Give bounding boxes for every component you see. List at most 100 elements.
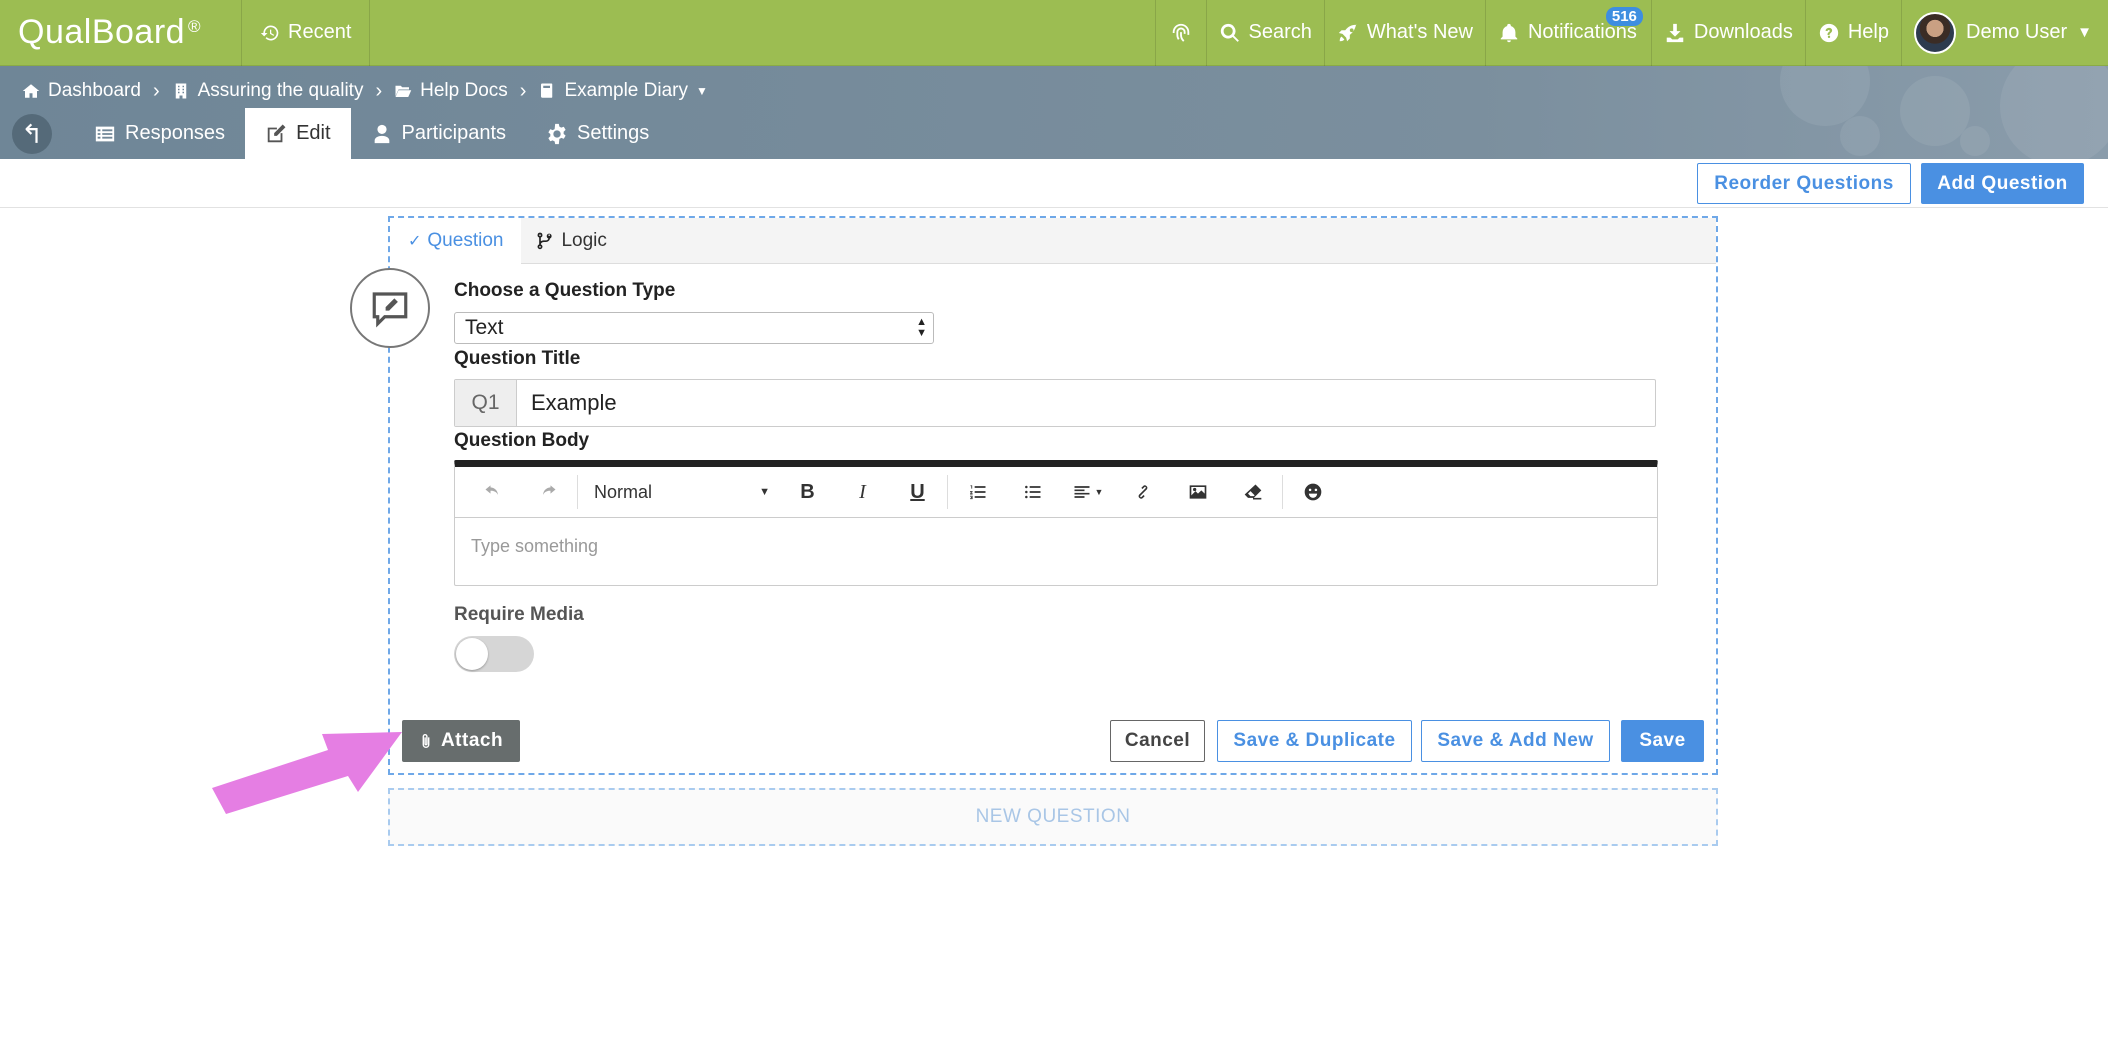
question-type-label: Choose a Question Type	[454, 280, 676, 301]
question-number-prefix: Q1	[455, 380, 517, 426]
caret-down-icon: ▼	[2077, 24, 2092, 41]
breadcrumb-project[interactable]: Example Diary ▼	[538, 80, 708, 102]
require-media-label: Require Media	[454, 604, 584, 625]
question-type-select[interactable]: Text ▲ ▼	[454, 312, 934, 344]
edit-icon	[267, 124, 286, 142]
toolbar-divider	[1282, 475, 1283, 509]
rocket-icon	[1338, 23, 1357, 41]
select-arrows-icon: ▲ ▼	[916, 316, 927, 339]
history-icon	[260, 25, 279, 40]
rich-text-editor: Normal ▼ B I U ▼ Type something	[454, 460, 1658, 586]
tab-edit[interactable]: Edit	[245, 108, 351, 159]
project-tabs: ↰ Responses Edit Participants Settings	[12, 108, 669, 159]
background-bubble	[1840, 116, 1880, 156]
tab-question[interactable]: ✓ Question	[390, 218, 522, 264]
redo-icon	[542, 485, 555, 495]
question-title-value[interactable]: Example	[517, 380, 617, 426]
folder-open-icon	[395, 85, 412, 97]
gear-icon	[548, 123, 566, 144]
breadcrumb-organization[interactable]: Assuring the quality	[172, 80, 363, 102]
caret-down-icon: ▼	[759, 486, 770, 498]
help-button[interactable]: Help	[1804, 0, 1901, 66]
search-button[interactable]: Search	[1205, 0, 1324, 66]
align-dropdown-button[interactable]: ▼	[1060, 467, 1115, 518]
bullet-list-icon	[1024, 485, 1040, 499]
book-icon	[541, 83, 553, 98]
save-add-new-button[interactable]: Save & Add New	[1421, 720, 1610, 762]
search-icon	[1220, 23, 1239, 42]
link-button[interactable]	[1115, 467, 1170, 518]
caret-down-icon: ▼	[1094, 487, 1104, 497]
toggle-knob	[456, 638, 488, 670]
tab-logic[interactable]: Logic	[521, 218, 624, 264]
require-media-toggle[interactable]	[454, 636, 534, 672]
bullet-list-button[interactable]	[1005, 467, 1060, 518]
undo-button[interactable]	[465, 467, 520, 518]
image-button[interactable]	[1170, 467, 1225, 518]
background-bubble	[2000, 66, 2108, 159]
chevron-right-icon: ›	[519, 79, 527, 102]
avatar	[1914, 11, 1956, 54]
notifications-count-badge: 516	[1605, 6, 1643, 26]
paperclip-icon	[422, 734, 430, 748]
annotation-arrow-icon	[212, 732, 402, 814]
question-body-input[interactable]: Type something	[455, 518, 1657, 575]
level-up-icon: ↰	[21, 118, 43, 149]
editor-toolbar: Normal ▼ B I U ▼	[455, 467, 1657, 518]
save-button[interactable]: Save	[1621, 720, 1704, 762]
question-tabs: ✓ Question Logic	[390, 218, 1716, 264]
underline-icon: U	[910, 480, 925, 503]
check-icon: ✓	[408, 232, 422, 250]
bold-icon: B	[800, 480, 815, 503]
tab-responses[interactable]: Responses	[74, 108, 245, 159]
question-title-input[interactable]: Q1 Example	[454, 379, 1656, 427]
recent-button[interactable]: Recent	[242, 0, 371, 66]
link-icon	[1138, 485, 1147, 499]
attach-button[interactable]: Attach	[402, 720, 520, 762]
help-circle-icon	[1819, 23, 1839, 42]
italic-button[interactable]: I	[835, 467, 890, 518]
back-up-button[interactable]: ↰	[12, 114, 52, 154]
redo-button[interactable]	[520, 467, 575, 518]
cancel-button[interactable]: Cancel	[1110, 720, 1205, 762]
breadcrumb: Dashboard › Assuring the quality › Help …	[22, 74, 708, 108]
qualboard-logo[interactable]: QualBoard ®	[0, 0, 242, 66]
list-card-icon	[95, 126, 115, 141]
emoji-button[interactable]	[1285, 467, 1340, 518]
save-duplicate-button[interactable]: Save & Duplicate	[1217, 720, 1412, 762]
fingerprint-button[interactable]	[1154, 0, 1206, 66]
toolbar-divider	[947, 475, 948, 509]
downloads-button[interactable]: Downloads	[1650, 0, 1805, 66]
italic-icon: I	[859, 480, 866, 503]
breadcrumb-dashboard[interactable]: Dashboard	[22, 80, 141, 102]
top-navbar: QualBoard ® Recent Search What's New Noti…	[0, 0, 2108, 66]
reorder-questions-button[interactable]: Reorder Questions	[1697, 163, 1911, 204]
user-menu[interactable]: Demo User ▼	[1901, 0, 2108, 66]
comment-edit-icon	[372, 292, 408, 328]
tab-participants[interactable]: Participants	[351, 108, 527, 159]
background-bubble	[1900, 76, 1970, 146]
tab-settings[interactable]: Settings	[526, 108, 669, 159]
bell-icon	[1500, 23, 1518, 42]
ordered-list-icon	[969, 485, 985, 500]
notifications-button[interactable]: Notifications 516	[1484, 0, 1651, 66]
building-icon	[175, 83, 186, 99]
project-header: Dashboard › Assuring the quality › Help …	[0, 66, 2108, 159]
block-format-select[interactable]: Normal ▼	[580, 467, 780, 518]
download-icon	[1666, 23, 1684, 42]
clear-format-button[interactable]	[1225, 467, 1280, 518]
breadcrumb-folder[interactable]: Help Docs	[394, 80, 508, 102]
underline-button[interactable]: U	[890, 467, 945, 518]
undo-icon	[485, 485, 498, 495]
ordered-list-button[interactable]	[950, 467, 1005, 518]
add-question-button[interactable]: Add Question	[1921, 163, 2084, 204]
smiley-icon	[1304, 483, 1321, 501]
code-branch-icon	[537, 232, 553, 250]
chevron-right-icon: ›	[375, 79, 383, 102]
question-body-label: Question Body	[454, 430, 590, 451]
action-row: Reorder Questions Add Question	[0, 159, 2108, 208]
image-icon	[1189, 485, 1206, 499]
new-question-placeholder[interactable]: NEW QUESTION	[388, 788, 1718, 846]
bold-button[interactable]: B	[780, 467, 835, 518]
whats-new-button[interactable]: What's New	[1323, 0, 1485, 66]
